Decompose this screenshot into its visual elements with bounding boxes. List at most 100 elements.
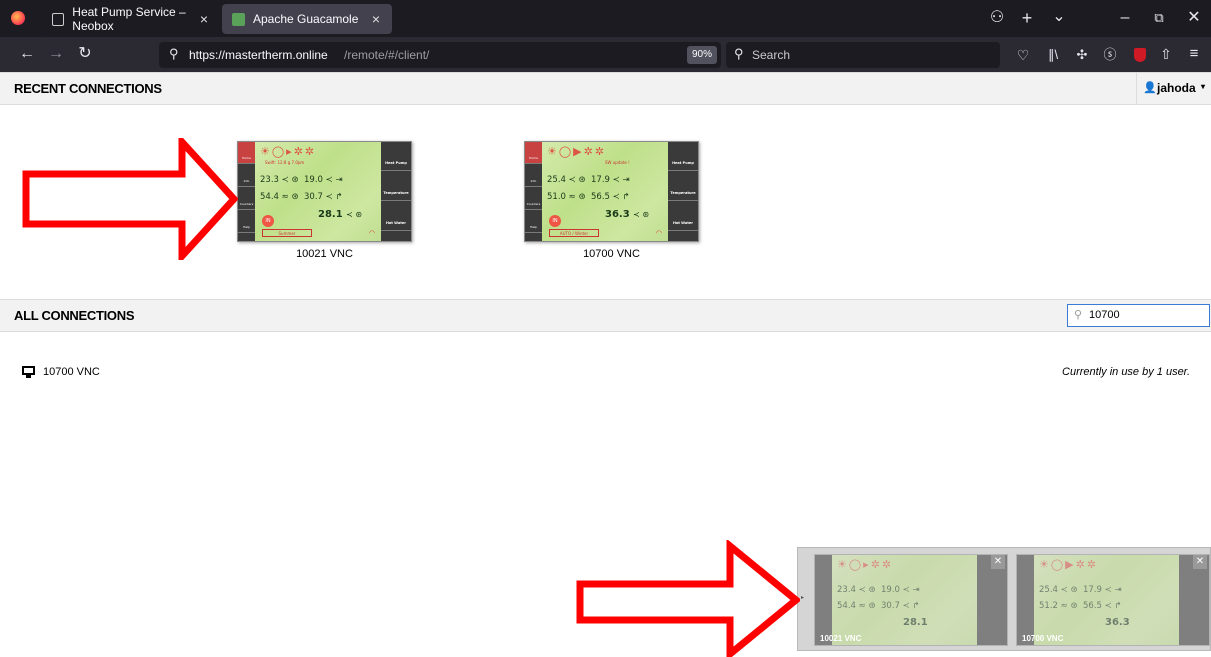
guacamole-favicon-icon — [232, 12, 245, 26]
ublock-shield-icon[interactable] — [1134, 48, 1146, 62]
back-arrow-icon[interactable]: ← — [18, 45, 36, 63]
dock-expand-arrow-icon[interactable]: ▸ — [801, 594, 804, 601]
hmi-temperature-item: Temperature — [668, 172, 698, 201]
section-title: ALL CONNECTIONS — [14, 308, 135, 323]
value: 28.1 — [318, 209, 343, 220]
hmi-screen-preview: Home Info Counters Help ☀◯▶✲✲ SW update … — [525, 142, 698, 241]
value: 56.5 — [591, 192, 610, 202]
value: 56.5 — [1083, 601, 1102, 611]
extension-puzzle-icon[interactable]: ✣ — [1073, 46, 1091, 64]
tab-heat-pump-service[interactable]: Heat Pump Service – Neobox × — [42, 4, 220, 34]
search-placeholder: Search — [752, 48, 791, 62]
hmi-home-item: Home — [238, 142, 255, 164]
hmi-row-2: 51.0 ≈ ⊛ 56.5 ≺ ↱ — [547, 192, 630, 202]
all-connections-header: ALL CONNECTIONS ⚲ 10700 — [0, 299, 1211, 332]
zoom-level-badge[interactable]: 90% — [687, 46, 717, 64]
dock-thumbnail-10700[interactable]: ☀◯▶✲✲ 25.4 ≺ ⊛ 17.9 ≺ ⇥ 51.2 ≈ ⊛ 56.5 ≺ … — [1016, 554, 1210, 646]
recent-connection-thumbnail-10700[interactable]: Home Info Counters Help ☀◯▶✲✲ SW update … — [524, 141, 699, 242]
close-tab-icon[interactable]: × — [372, 11, 380, 27]
recent-connection-label[interactable]: 10700 VNC — [524, 248, 699, 260]
value: 17.9 — [1083, 585, 1102, 595]
value: 25.4 — [547, 175, 566, 185]
value: 36.3 — [605, 209, 630, 220]
dock-thumbnail-label: 10700 VNC — [1022, 634, 1064, 643]
close-connection-icon[interactable]: ✕ — [991, 555, 1005, 569]
tab-apache-guacamole[interactable]: Apache Guacamole × — [222, 4, 392, 34]
hmi-heat-pump-item: Heat Pump — [668, 142, 698, 171]
wifi-icon: ◠ — [655, 229, 662, 237]
tab-label: Apache Guacamole — [253, 12, 359, 26]
value: 17.9 — [591, 175, 610, 185]
hmi-screen-preview: ☀◯▸✲✲ 23.4 ≺ ⊛ 19.0 ≺ ⇥ 54.4 ≈ ⊛ 30.7 ≺ … — [815, 555, 1007, 645]
hmi-help-item: Help — [238, 211, 255, 233]
firefox-menu-icon[interactable] — [11, 11, 25, 25]
monitor-stand — [26, 375, 31, 378]
hmi-hot-water-item: Hot Water — [668, 202, 698, 231]
account-icon[interactable]: ⚇ — [988, 9, 1006, 27]
hmi-screen-preview: ☀◯▶✲✲ 25.4 ≺ ⊛ 17.9 ≺ ⇥ 51.2 ≈ ⊛ 56.5 ≺ … — [1017, 555, 1209, 645]
value: 30.7 — [881, 601, 900, 611]
hmi-row-3: 28.1 ≺ ⊛ — [318, 209, 363, 220]
close-connection-icon[interactable]: ✕ — [1193, 555, 1207, 569]
hmi-mode-label: Summer — [262, 229, 312, 237]
filter-value: 10700 — [1089, 309, 1120, 321]
dock-thumbnail-10021[interactable]: ☀◯▸✲✲ 23.4 ≺ ⊛ 19.0 ≺ ⇥ 54.4 ≈ ⊛ 30.7 ≺ … — [814, 554, 1008, 646]
hmi-left-menu — [1017, 555, 1034, 645]
hmi-row-1: 23.4 ≺ ⊛ 19.0 ≺ ⇥ — [837, 585, 920, 595]
connection-filter-input[interactable]: ⚲ 10700 — [1067, 304, 1210, 327]
active-connections-dock: ▸ ☀◯▸✲✲ 23.4 ≺ ⊛ 19.0 ≺ ⇥ 54.4 ≈ ⊛ 30.7 … — [797, 547, 1211, 651]
hmi-left-menu: Home Info Counters Help — [238, 142, 255, 241]
hamburger-menu-icon[interactable]: ≡ — [1185, 45, 1203, 63]
username: jahoda — [1157, 81, 1196, 95]
pocket-icon[interactable]: ♡ — [1014, 46, 1032, 64]
value: 54.4 — [260, 192, 279, 202]
restore-window-icon[interactable]: ⧉ — [1150, 9, 1168, 27]
hmi-counters-item: Counters — [525, 188, 542, 210]
hmi-row-2: 54.4 ≈ ⊛ 30.7 ≺ ↱ — [260, 192, 343, 202]
recent-connection-label[interactable]: 10021 VNC — [237, 248, 412, 260]
chevron-down-icon: ▾ — [1201, 82, 1206, 91]
hmi-right-menu: Heat Pump Temperature Hot Water — [668, 142, 698, 241]
hmi-note: SW update ! — [605, 160, 630, 165]
minimize-window-icon[interactable]: – — [1116, 9, 1134, 27]
sync-icon[interactable]: ⓢ — [1101, 46, 1119, 64]
hmi-mode-label: AUTO / Winter — [549, 229, 599, 237]
hmi-help-item: Help — [525, 211, 542, 233]
annotation-arrow-right-icon — [576, 540, 800, 657]
annotation-arrow-right-icon — [22, 138, 238, 260]
browser-tab-bar: Heat Pump Service – Neobox × Apache Guac… — [0, 0, 1211, 37]
recent-connection-thumbnail-10021[interactable]: Home Info Counters Help ☀◯▸✲✲ Swift: 12:… — [237, 141, 412, 242]
share-icon[interactable]: ⇧ — [1157, 45, 1175, 63]
list-tabs-chevron-down-icon[interactable]: ⌄ — [1050, 8, 1068, 26]
user-menu[interactable]: 👤 jahoda ▾ — [1136, 73, 1211, 104]
sun-icon: ☀◯▶✲✲ — [547, 145, 607, 158]
hmi-home-item: Home — [525, 142, 542, 164]
sun-icon: ☀◯▶✲✲ — [1039, 558, 1099, 571]
in-icon: IN — [262, 215, 274, 227]
value: 28.1 — [903, 617, 928, 628]
hmi-row-1: 23.3 ≺ ⊛ 19.0 ≺ ⇥ — [260, 175, 343, 185]
close-tab-icon[interactable]: × — [200, 11, 208, 27]
reload-icon[interactable]: ↻ — [76, 45, 94, 63]
hmi-counters-item: Counters — [238, 188, 255, 210]
value: 23.4 — [837, 585, 856, 595]
hmi-row-1: 25.4 ≺ ⊛ 17.9 ≺ ⇥ — [547, 175, 630, 185]
value: 23.3 — [260, 175, 279, 185]
hmi-info-item: Info — [525, 165, 542, 187]
close-window-icon[interactable]: ✕ — [1185, 9, 1203, 27]
forward-arrow-icon[interactable]: → — [47, 45, 65, 63]
dock-thumbnail-label: 10021 VNC — [820, 634, 862, 643]
sun-icon: ☀◯▸✲✲ — [837, 558, 894, 571]
connection-status: Currently in use by 1 user. — [1062, 366, 1190, 378]
address-bar[interactable]: ⚲ https://mastertherm.online /remote/#/c… — [159, 42, 721, 68]
search-bar[interactable]: ⚲ Search — [726, 42, 1000, 68]
library-icon[interactable]: ∥\ — [1044, 46, 1062, 64]
hmi-note: Swift: 12:8 g 7.0pm — [265, 160, 305, 165]
hmi-left-menu — [815, 555, 832, 645]
user-icon: 👤 — [1143, 82, 1157, 94]
url-domain: https://mastertherm.online — [189, 48, 328, 62]
connection-list-item[interactable]: 10700 VNC — [22, 365, 322, 381]
value: 25.4 — [1039, 585, 1058, 595]
in-icon: IN — [549, 215, 561, 227]
new-tab-icon[interactable]: + — [1018, 9, 1036, 27]
